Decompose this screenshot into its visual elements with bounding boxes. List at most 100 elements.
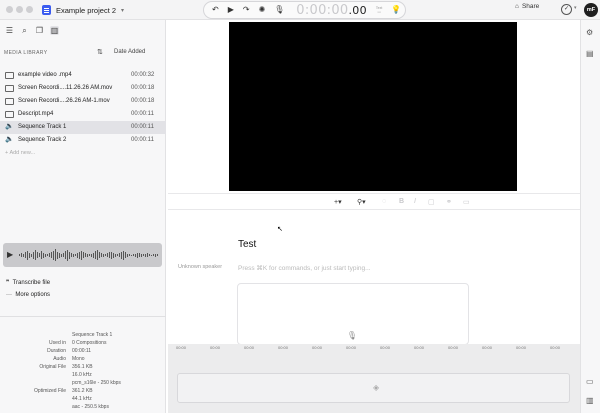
list-item[interactable]: Descript.mp4 00:00:11 [0,108,166,121]
transcribe-file-button[interactable]: ❞ Transcribe file [6,279,50,286]
metadata-title: Sequence Track 1 [72,332,113,338]
timeline[interactable]: 00:00 00:00 00:00 00:00 00:00 00:00 00:00 00:00… [168,344,580,413]
waveform-bar [89,254,90,256]
waveform-bar [25,252,26,258]
waveform-bar [109,252,110,258]
microphone-icon[interactable]: 🎙 [274,5,284,15]
check-circle-icon[interactable]: ✓ [561,4,572,15]
link-icon[interactable]: ⚭ [446,198,452,206]
waveform-bar [51,252,52,258]
close-window-button[interactable] [6,6,13,13]
audio-preview-player[interactable]: ▶ [3,243,162,267]
waveform-bar [153,254,154,256]
speaker-label[interactable]: Unknown speaker [178,264,222,270]
copy-icon[interactable]: ❐ [35,26,44,35]
comments-icon[interactable]: ▤ [586,49,594,58]
timeline-ruler[interactable]: 00:00 00:00 00:00 00:00 00:00 00:00 00:00 00:00… [168,344,580,353]
minimize-window-button[interactable] [16,6,23,13]
chevron-down-icon: ▾ [121,7,125,14]
maximize-window-button[interactable] [26,6,33,13]
bold-icon[interactable]: B [399,198,404,205]
add-icon[interactable]: +▾ [334,198,342,206]
play-icon[interactable]: ▶ [7,250,13,259]
ruler-tick-label: 00:00 [482,345,493,350]
waveform-bar [91,253,92,257]
brightness-icon[interactable]: ✺ [259,5,266,15]
avatar[interactable]: mF [584,3,598,17]
waveform-bar [59,252,60,258]
ruler-tick-label: 00:00 [210,345,221,350]
waveform-bar [67,249,68,261]
speaker-icon: 🔈 [5,123,14,130]
waveform-bar [37,252,38,258]
document-title[interactable]: Test [238,239,256,250]
waveform-bar [39,253,40,257]
comment-icon[interactable]: ▢ [428,198,435,206]
left-toolbar: ☰ ⌕ ❐ ▥ [0,20,166,40]
ruler-tick-label: 00:00 [346,345,357,350]
list-item[interactable]: 🔈 Sequence Track 1 00:00:11 [0,121,166,134]
video-file-icon [5,72,14,79]
editor-placeholder[interactable]: Press ⌘K for commands, or just start typ… [238,264,371,272]
waveform-bar [137,252,138,258]
chevron-down-icon[interactable]: ▾ [574,5,577,11]
rewind-icon[interactable]: ↶ [212,5,219,15]
media-library-header: MEDIA LIBRARY ⇅ Date Added [4,48,146,56]
waveform-bar [83,252,84,258]
forward-icon[interactable]: ↷ [243,5,250,15]
play-icon[interactable]: ▶ [228,5,234,15]
timeline-track[interactable]: ◈ [177,373,570,403]
search-icon[interactable]: ⌕ [20,26,29,35]
microphone-icon[interactable]: 🎙 [345,329,359,343]
sort-dropdown[interactable]: Date Added [114,49,145,55]
speaker-icon: 🔈 [5,136,14,143]
waveform-bar [127,253,128,257]
waveform-bar [157,254,158,256]
ruler-tick-label: 00:00 [244,345,255,350]
menu-icon[interactable]: ☰ [5,26,14,35]
more-options-button[interactable]: ··· More options [6,292,50,298]
lightbulb-icon[interactable]: 💡 [391,5,401,15]
media-list: example video .mp4 00:00:32 Screen Recor… [0,69,166,147]
share-button[interactable]: ⌂ Share [515,3,539,10]
list-item[interactable]: 🔈 Sequence Track 2 00:00:11 [0,134,166,147]
waveform-bar [55,249,56,261]
waveform-bar [111,251,112,259]
waveform-bar [57,251,58,259]
waveform-bar [73,253,74,257]
wand-icon[interactable]: ⚲▾ [357,198,366,206]
panel-icon[interactable]: ▭ [586,377,594,386]
right-sidebar: ⚙ ▤ ▭ ▥ [580,20,600,413]
video-file-icon [5,111,14,118]
list-item[interactable]: Screen Recordi....11.26.26 AM.mov 00:00:… [0,82,166,95]
waveform-bar [141,253,142,257]
list-item[interactable]: Screen Recordi....26.26 AM-1.mov 00:00:1… [0,95,166,108]
waveform[interactable] [19,246,159,264]
project-title: Example project 2 [56,5,117,15]
mouse-cursor: ↖ [277,226,283,233]
layout-icon[interactable]: ▥ [586,396,594,405]
quote-icon: ❞ [6,280,10,286]
project-menu[interactable]: Example project 2 ▾ [42,2,124,18]
properties-icon[interactable]: ⚙ [586,28,593,37]
message-icon[interactable]: ▭ [463,198,470,206]
waveform-bar [131,254,132,256]
waveform-bar [117,254,118,256]
transport-tiny-label: Text ▭ [375,6,383,14]
sort-icon[interactable]: ⇅ [97,48,103,56]
ruler-tick-label: 00:00 [448,345,459,350]
waveform-bar [123,250,124,260]
waveform-bar [143,254,144,256]
left-panel: ☰ ⌕ ❐ ▥ MEDIA LIBRARY ⇅ Date Added examp… [0,20,166,413]
waveform-bar [47,254,48,256]
ruler-tick-label: 00:00 [516,345,527,350]
waveform-bar [69,251,70,259]
italic-icon[interactable]: I [414,198,416,205]
video-preview[interactable] [229,22,517,191]
waveform-bar [49,253,50,257]
add-new-button[interactable]: + Add new... [5,150,35,156]
library-icon[interactable]: ▥ [50,25,59,35]
list-item[interactable]: example video .mp4 00:00:32 [0,69,166,82]
highlight-icon[interactable]: ◌ [382,198,386,205]
ruler-tick-label: 00:00 [176,345,187,350]
